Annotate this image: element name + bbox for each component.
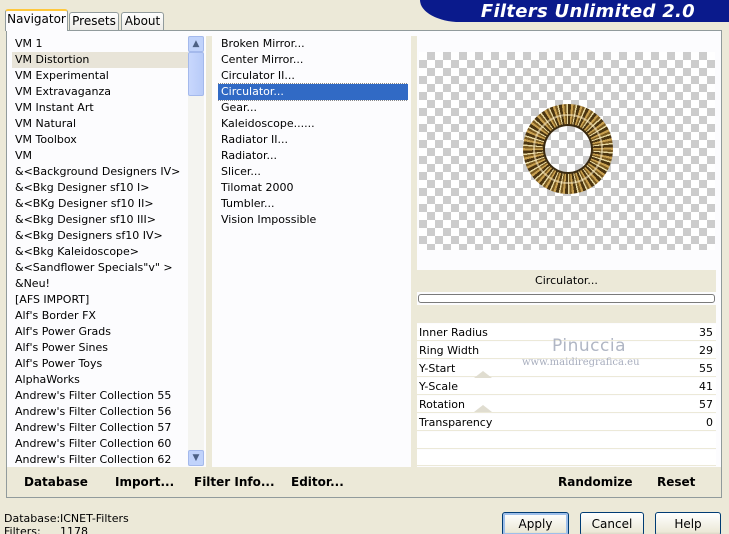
circulator-preview-image bbox=[523, 104, 613, 194]
ring-hole bbox=[545, 126, 591, 172]
chevron-down-icon[interactable]: ▼ bbox=[188, 450, 204, 466]
category-list-item[interactable]: &<Sandflower Specials"v" > bbox=[12, 260, 188, 276]
param-label: Inner Radius bbox=[419, 326, 488, 339]
filter-list-item[interactable]: Tumbler... bbox=[218, 196, 408, 212]
filter-list[interactable]: Broken Mirror... Center Mirror... Circulat… bbox=[218, 36, 408, 467]
category-list-item[interactable]: Andrew's Filter Collection 62 bbox=[12, 452, 188, 467]
database-button[interactable]: Database bbox=[24, 474, 88, 490]
param-y-scale[interactable]: Y-Scale 41 bbox=[417, 378, 716, 395]
category-list-item[interactable]: VM Extravaganza bbox=[12, 84, 188, 100]
category-list-item[interactable]: Alf's Power Sines bbox=[12, 340, 188, 356]
param-label: Y-Start bbox=[419, 362, 456, 375]
param-value: 41 bbox=[699, 380, 713, 393]
scroll-thumb[interactable] bbox=[188, 52, 204, 96]
watermark-name: Pinuccia bbox=[552, 336, 626, 356]
reset-button[interactable]: Reset bbox=[657, 474, 695, 490]
filter-list-item[interactable]: Tilomat 2000 bbox=[218, 180, 408, 196]
app-title: Filters Unlimited 2.0 bbox=[480, 1, 695, 22]
slider-marker-icon bbox=[474, 405, 492, 412]
category-list-item[interactable]: &<BKg Designer sf10 II> bbox=[12, 196, 188, 212]
category-list-item[interactable]: Alf's Border FX bbox=[12, 308, 188, 324]
category-list-item[interactable]: Andrew's Filter Collection 60 bbox=[12, 436, 188, 452]
divider-left bbox=[206, 36, 212, 467]
category-list-item[interactable]: Alf's Power Toys bbox=[12, 356, 188, 372]
category-list-item[interactable]: VM Natural bbox=[12, 116, 188, 132]
category-list-item[interactable]: Alf's Power Grads bbox=[12, 324, 188, 340]
filter-list-item[interactable]: Vision Impossible bbox=[218, 212, 408, 228]
filter-list-item[interactable]: Slicer... bbox=[218, 164, 408, 180]
category-list-item[interactable]: VM Experimental bbox=[12, 68, 188, 84]
app-banner: Filters Unlimited 2.0 bbox=[420, 0, 729, 22]
filter-list-item[interactable]: Circulator II... bbox=[218, 68, 408, 84]
category-list-item[interactable]: &<Bkg Designer sf10 I> bbox=[12, 180, 188, 196]
filter-list-item[interactable]: Kaleidoscope...... bbox=[218, 116, 408, 132]
category-list-item[interactable]: VM Toolbox bbox=[12, 132, 188, 148]
filters-count: 1178 bbox=[60, 525, 88, 534]
param-value: 57 bbox=[699, 398, 713, 411]
filter-list-item[interactable]: Radiator II... bbox=[218, 132, 408, 148]
filter-list-item[interactable]: Center Mirror... bbox=[218, 52, 408, 68]
param-label: Ring Width bbox=[419, 344, 480, 357]
param-rotation[interactable]: Rotation 57 bbox=[417, 396, 716, 413]
watermark-site: www.maidiregrafica.eu bbox=[522, 357, 640, 368]
apply-button[interactable]: Apply bbox=[502, 512, 569, 534]
filter-list-item[interactable]: Radiator... bbox=[218, 148, 408, 164]
tab-about[interactable]: About bbox=[121, 12, 164, 30]
category-list-item[interactable]: &<Bkg Designer sf10 III> bbox=[12, 212, 188, 228]
category-list-item[interactable]: AlphaWorks bbox=[12, 372, 188, 388]
category-list-item[interactable]: Andrew's Filter Collection 56 bbox=[12, 404, 188, 420]
import-button[interactable]: Import... bbox=[115, 474, 174, 490]
filters-label: Filters: bbox=[4, 525, 41, 534]
param-value: 29 bbox=[699, 344, 713, 357]
help-button[interactable]: Help bbox=[655, 512, 721, 534]
cancel-button[interactable]: Cancel bbox=[580, 512, 644, 534]
param-value: 55 bbox=[699, 362, 713, 375]
category-list-item[interactable]: &Neu! bbox=[12, 276, 188, 292]
param-label: Transparency bbox=[419, 416, 493, 429]
tab-presets[interactable]: Presets bbox=[69, 12, 119, 30]
category-list-item[interactable]: Andrew's Filter Collection 57 bbox=[12, 420, 188, 436]
category-list-item[interactable]: VM bbox=[12, 148, 188, 164]
category-list-item[interactable]: &<Bkg Designers sf10 IV> bbox=[12, 228, 188, 244]
category-list-item[interactable]: &<Bkg Kaleidoscope> bbox=[12, 244, 188, 260]
category-list-item[interactable]: [AFS IMPORT] bbox=[12, 292, 188, 308]
category-list[interactable]: VM 1 VM Distortion VM Experimental VM Extra… bbox=[12, 36, 188, 467]
param-transparency[interactable]: Transparency 0 bbox=[417, 414, 716, 431]
editor-button[interactable]: Editor... bbox=[291, 474, 344, 490]
slider-marker-icon bbox=[474, 371, 492, 378]
param-value: 35 bbox=[699, 326, 713, 339]
tab-navigator[interactable]: Navigator bbox=[5, 9, 68, 31]
filter-list-item[interactable]: Circulator... bbox=[218, 83, 408, 101]
progress-bar bbox=[418, 294, 715, 303]
category-scrollbar[interactable]: ▲ ▼ bbox=[188, 36, 204, 466]
category-list-item[interactable]: &<Background Designers IV> bbox=[12, 164, 188, 180]
param-label: Rotation bbox=[419, 398, 466, 411]
category-list-item[interactable]: VM Instant Art bbox=[12, 100, 188, 116]
preview-canvas bbox=[419, 52, 715, 250]
category-list-item[interactable]: VM Distortion bbox=[12, 52, 188, 68]
filter-name-label: Circulator... bbox=[417, 270, 716, 292]
database-value: ICNET-Filters bbox=[60, 512, 129, 525]
filter-info-button[interactable]: Filter Info... bbox=[194, 474, 275, 490]
chevron-up-icon[interactable]: ▲ bbox=[188, 36, 204, 52]
category-list-item[interactable]: VM 1 bbox=[12, 36, 188, 52]
randomize-button[interactable]: Randomize bbox=[558, 474, 632, 490]
param-empty-row bbox=[417, 450, 716, 466]
param-label: Y-Scale bbox=[419, 380, 458, 393]
param-empty-row bbox=[417, 432, 716, 449]
filter-list-item[interactable]: Broken Mirror... bbox=[218, 36, 408, 52]
param-spacer bbox=[417, 305, 716, 323]
category-list-item[interactable]: Andrew's Filter Collection 55 bbox=[12, 388, 188, 404]
filter-list-item[interactable]: Gear... bbox=[218, 100, 408, 116]
database-label: Database: bbox=[4, 512, 61, 525]
param-value: 0 bbox=[706, 416, 713, 429]
